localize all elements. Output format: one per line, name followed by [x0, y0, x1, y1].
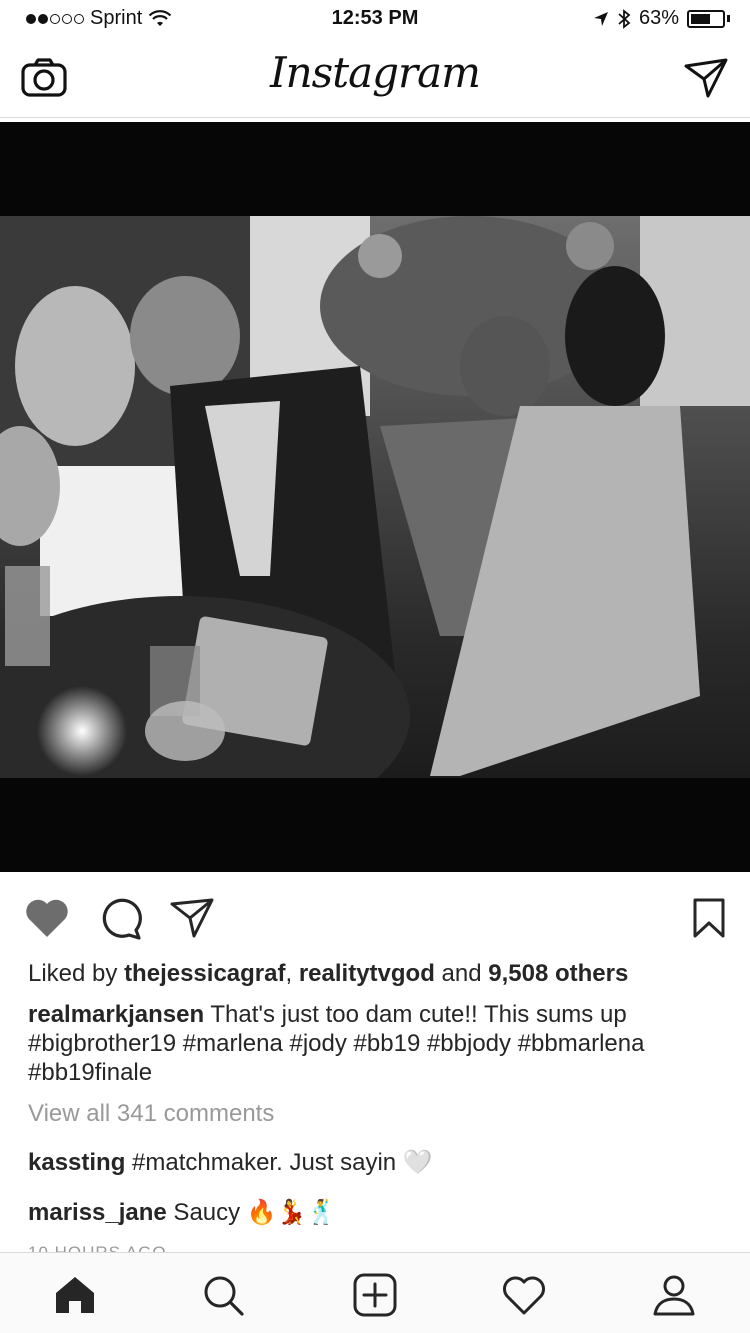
- status-bar: Sprint 12:53 PM 63%: [0, 0, 750, 40]
- add-post-icon[interactable]: [351, 1271, 399, 1319]
- comment-text: #matchmaker. Just sayin: [125, 1149, 403, 1176]
- tab-bar: [0, 1252, 750, 1333]
- app-header: Instagram: [0, 40, 750, 118]
- battery-percent: 63%: [638, 7, 679, 29]
- home-icon[interactable]: [51, 1271, 99, 1319]
- post-actions: [0, 890, 750, 942]
- share-icon[interactable]: [168, 894, 216, 942]
- likes-separator: ,: [285, 960, 299, 987]
- instagram-logo[interactable]: Instagram: [0, 48, 750, 97]
- comment-text: Saucy: [166, 1199, 247, 1226]
- liker-username[interactable]: realitytvgod: [299, 960, 435, 987]
- likes-others-link[interactable]: 9,508 others: [488, 960, 628, 987]
- status-right: 63%: [593, 7, 730, 30]
- search-icon[interactable]: [199, 1271, 247, 1319]
- caption-username[interactable]: realmarkjansen: [28, 1001, 204, 1028]
- comment-username[interactable]: mariss_jane: [28, 1199, 167, 1226]
- post-caption: realmarkjansen That's just too dam cute!…: [28, 1000, 728, 1087]
- post-image[interactable]: [0, 122, 750, 872]
- direct-message-icon[interactable]: [682, 56, 730, 100]
- activity-heart-icon[interactable]: [500, 1271, 548, 1319]
- comment-item: kassting #matchmaker. Just sayin 🤍: [28, 1148, 433, 1178]
- comment-username[interactable]: kassting: [28, 1149, 125, 1176]
- comment-item: mariss_jane Saucy 🔥💃🕺: [28, 1198, 336, 1228]
- liker-username[interactable]: thejessicagraf: [124, 960, 285, 987]
- bookmark-icon[interactable]: [685, 894, 733, 942]
- battery-icon: [687, 9, 725, 28]
- view-all-comments-link[interactable]: View all 341 comments: [28, 1100, 274, 1128]
- comment-emoji: 🤍: [402, 1149, 433, 1176]
- like-heart-icon[interactable]: [23, 894, 71, 942]
- caption-text: That's just too dam cute!! This sums up: [204, 1001, 627, 1028]
- caption-hashtags[interactable]: #bigbrother19 #marlena #jody #bb19 #bbjo…: [28, 1030, 644, 1086]
- bluetooth-icon: [618, 8, 631, 29]
- post-photo: [0, 216, 750, 778]
- likes-summary: Liked by thejessicagraf, realitytvgod an…: [28, 958, 728, 990]
- likes-prefix: Liked by: [28, 960, 125, 987]
- profile-icon[interactable]: [650, 1271, 698, 1319]
- likes-and: and: [434, 960, 489, 987]
- location-arrow-icon: [593, 11, 608, 26]
- comment-emoji: 🔥💃🕺: [246, 1199, 337, 1226]
- comment-icon[interactable]: [96, 894, 144, 942]
